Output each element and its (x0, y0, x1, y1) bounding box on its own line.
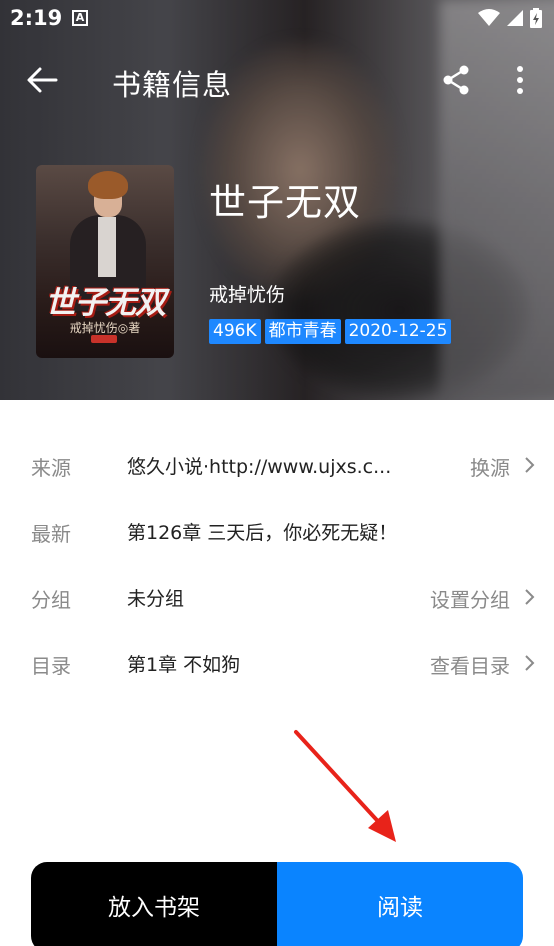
row-label: 目录 (31, 654, 71, 678)
read-button[interactable]: 阅读 (277, 862, 523, 946)
chevron-right-icon (525, 457, 535, 473)
cover-title: 世子无双 (45, 285, 166, 321)
book-title: 世子无双 (209, 181, 361, 224)
tag-category: 都市青春 (264, 319, 341, 344)
info-row-latest[interactable]: 最新 第126章 三天后，你必死无疑！ (0, 498, 554, 564)
back-arrow-icon[interactable] (24, 64, 60, 96)
cover-author: 戒掉忧伤◎著 (69, 321, 141, 335)
notification-icon: A (72, 10, 88, 26)
toolbar: 书籍信息 (0, 50, 554, 110)
page-title: 书籍信息 (112, 68, 233, 102)
info-row-source[interactable]: 来源 悠久小说·http://www.ujxs.c... 换源 (0, 432, 554, 498)
more-vertical-icon[interactable] (506, 64, 534, 96)
wifi-icon (478, 9, 500, 26)
status-time: 2:19 (10, 6, 63, 30)
row-value: 第126章 三天后，你必死无疑！ (127, 522, 398, 544)
chevron-right-icon (525, 589, 535, 605)
add-to-shelf-button[interactable]: 放入书架 (31, 862, 277, 946)
status-bar: 2:19 A (0, 0, 554, 36)
book-tags: 496K 都市青春 2020-12-25 (209, 319, 452, 344)
tag-word-count: 496K (209, 319, 261, 344)
bottom-action-bar: 放入书架 阅读 (31, 862, 523, 946)
book-cover[interactable]: 世子无双 戒掉忧伤◎著 (36, 165, 174, 358)
row-value: 悠久小说·http://www.ujxs.c... (127, 456, 392, 478)
battery-icon (530, 8, 542, 28)
row-value: 第1章 不如狗 (127, 654, 241, 676)
row-label: 来源 (31, 456, 71, 480)
signal-icon (507, 10, 523, 26)
share-icon[interactable] (440, 64, 472, 96)
row-label: 分组 (31, 588, 71, 612)
chevron-right-icon (525, 655, 535, 671)
view-toc-button[interactable]: 查看目录 (430, 650, 510, 679)
info-row-group[interactable]: 分组 未分组 设置分组 (0, 564, 554, 630)
red-arrow-annotation (294, 730, 396, 842)
info-row-toc[interactable]: 目录 第1章 不如狗 查看目录 (0, 630, 554, 696)
tag-update-date: 2020-12-25 (344, 319, 452, 344)
change-source-button[interactable]: 换源 (470, 452, 510, 481)
set-group-button[interactable]: 设置分组 (430, 584, 510, 613)
row-label: 最新 (31, 522, 71, 546)
book-author[interactable]: 戒掉忧伤 (209, 280, 285, 307)
row-value: 未分组 (127, 588, 185, 610)
